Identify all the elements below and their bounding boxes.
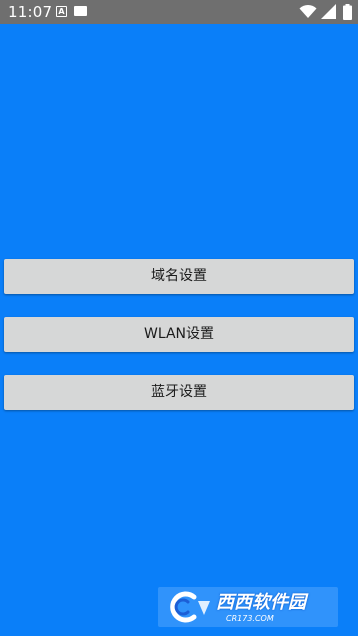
wlan-settings-button[interactable]: WLAN设置: [4, 317, 354, 352]
status-bar: 11:07 A: [0, 0, 358, 24]
watermark-text: 西西软件园: [216, 592, 306, 613]
rectangle-notification-icon: [74, 6, 87, 16]
wifi-icon: [299, 4, 317, 18]
cellular-signal-icon: [321, 4, 336, 19]
a-notification-icon: A: [56, 6, 67, 17]
bluetooth-settings-button[interactable]: 蓝牙设置: [4, 375, 354, 410]
battery-icon: [343, 4, 352, 20]
domain-settings-button[interactable]: 域名设置: [4, 259, 354, 294]
watermark: 西西软件园 CR173.COM: [158, 587, 338, 627]
status-time: 11:07: [8, 3, 53, 21]
watermark-logo-icon: [170, 591, 210, 623]
watermark-url: CR173.COM: [226, 614, 274, 623]
